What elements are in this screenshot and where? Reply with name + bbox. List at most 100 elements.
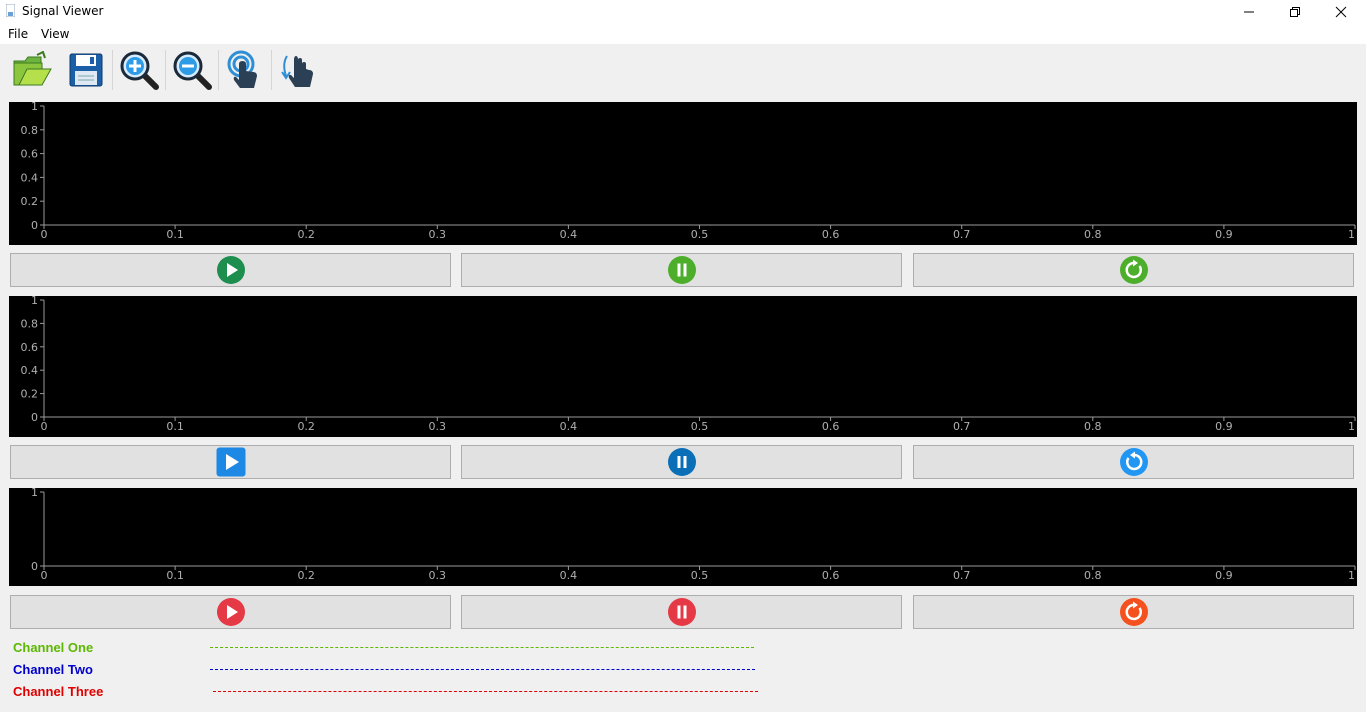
open-button[interactable] (8, 48, 56, 92)
zoom-out-icon (173, 51, 212, 90)
app-icon (6, 4, 15, 17)
legend-line-channel-two (210, 669, 755, 670)
pan-hand-button[interactable] (274, 48, 322, 92)
x-tick-label: 0.6 (822, 569, 840, 582)
legend-line-channel-one (210, 647, 754, 648)
reset-button-channel-three[interactable] (913, 595, 1354, 629)
x-tick-label: 0 (41, 228, 48, 241)
window-title: Signal Viewer (22, 4, 104, 18)
zoom-out-button[interactable] (168, 48, 216, 92)
legend-label-channel-two: Channel Two (13, 662, 93, 677)
x-tick-label: 0.2 (297, 228, 315, 241)
legend-line-channel-three (213, 691, 758, 692)
toolbar-separator (112, 50, 113, 90)
save-button[interactable] (62, 48, 110, 92)
x-tick-label: 0.5 (691, 569, 709, 582)
x-tick-label: 0.8 (1084, 228, 1102, 241)
x-tick-label: 0.6 (822, 420, 840, 433)
reset-icon (1119, 256, 1148, 284)
y-tick-label: 0.8 (21, 124, 39, 137)
y-tick-label: 0 (31, 219, 38, 232)
plot-channel-two[interactable]: 0 0.2 0.4 0.6 0.8 1 0 0.1 0.2 0.3 0.4 0.5 0.6 0.7 0.8 0… (9, 296, 1357, 437)
x-tick-label: 0.1 (166, 420, 184, 433)
x-tick-label: 0.1 (166, 228, 184, 241)
y-tick-label: 1 (31, 102, 38, 113)
toolbar-separator (165, 50, 166, 90)
x-tick-label: 0.8 (1084, 420, 1102, 433)
reset-icon (1119, 598, 1148, 626)
minimize-icon (1244, 11, 1254, 13)
y-tick-label: 1 (31, 296, 38, 307)
x-tick-label: 0.9 (1215, 569, 1233, 582)
play-icon (216, 447, 245, 477)
toolbar (0, 44, 1366, 96)
pause-button-channel-one[interactable] (461, 253, 902, 287)
x-tick-label: 1 (1348, 228, 1355, 241)
menu-bar: File View (0, 24, 1366, 44)
reset-button-channel-two[interactable] (913, 445, 1354, 479)
toolbar-separator (218, 50, 219, 90)
x-tick-label: 0.2 (297, 569, 315, 582)
pause-icon (667, 256, 696, 284)
x-tick-label: 0.7 (953, 228, 971, 241)
y-tick-label: 0.8 (21, 317, 39, 330)
plot-axes: 0 1 0 0.1 0.2 0.3 0.4 0.5 0.6 0.7 0.8 0.9 1 (31, 488, 1356, 582)
reset-icon (1119, 448, 1148, 476)
close-icon (1335, 6, 1347, 18)
x-tick-label: 0.6 (822, 228, 840, 241)
y-tick-label: 0.6 (21, 148, 39, 161)
x-tick-label: 0.5 (691, 228, 709, 241)
menu-file[interactable]: File (8, 27, 28, 41)
x-tick-label: 0.9 (1215, 228, 1233, 241)
x-tick-label: 0.1 (166, 569, 184, 582)
plot-channel-one[interactable]: 0 0.2 0.4 0.6 0.8 1 0 0.1 0.2 0.3 0.4 0.5 0.6 0.7 0.8 0… (9, 102, 1357, 245)
legend-label-channel-three: Channel Three (13, 684, 104, 699)
x-tick-label: 0 (41, 420, 48, 433)
play-button-channel-one[interactable] (10, 253, 451, 287)
x-tick-label: 0.3 (429, 420, 447, 433)
x-tick-label: 0.3 (429, 569, 447, 582)
play-button-channel-two[interactable] (10, 445, 451, 479)
legend-label-channel-one: Channel One (13, 640, 94, 655)
plot-channel-three[interactable]: 0 1 0 0.1 0.2 0.3 0.4 0.5 0.6 0.7 0.8 0.9 1 (9, 488, 1357, 586)
x-tick-label: 0.9 (1215, 420, 1233, 433)
pan-hand-icon (281, 55, 313, 87)
touch-pointer-button[interactable] (221, 48, 269, 92)
x-tick-label: 0 (41, 569, 48, 582)
play-button-channel-three[interactable] (10, 595, 451, 629)
close-button[interactable] (1318, 0, 1364, 24)
x-tick-label: 0.4 (560, 569, 578, 582)
y-tick-label: 0 (31, 411, 38, 424)
x-tick-label: 0.5 (691, 420, 709, 433)
restore-icon (1290, 7, 1300, 17)
x-tick-label: 0.3 (429, 228, 447, 241)
pause-icon (667, 448, 696, 476)
plot-axes: 0 0.2 0.4 0.6 0.8 1 0 0.1 0.2 0.3 0.4 0.5 0.6 0.7 0.8 0… (21, 296, 1356, 433)
y-tick-label: 0.6 (21, 341, 39, 354)
save-icon (69, 53, 103, 87)
y-tick-label: 0.2 (21, 195, 39, 208)
x-tick-label: 0.7 (953, 569, 971, 582)
y-tick-label: 0 (31, 560, 38, 573)
play-icon (216, 598, 245, 626)
y-tick-label: 1 (31, 488, 38, 499)
reset-button-channel-one[interactable] (913, 253, 1354, 287)
pause-button-channel-three[interactable] (461, 595, 902, 629)
play-icon (216, 256, 245, 284)
menu-view[interactable]: View (41, 27, 69, 41)
x-tick-label: 0.4 (560, 420, 578, 433)
x-tick-label: 0.2 (297, 420, 315, 433)
minimize-button[interactable] (1226, 0, 1272, 24)
y-tick-label: 0.4 (21, 364, 39, 377)
x-tick-label: 0.4 (560, 228, 578, 241)
title-bar: Signal Viewer (0, 0, 1366, 24)
pause-button-channel-two[interactable] (461, 445, 902, 479)
open-folder-icon (13, 51, 52, 86)
touch-pointer-icon (227, 50, 257, 88)
pause-icon (667, 598, 696, 626)
x-tick-label: 1 (1348, 569, 1355, 582)
zoom-in-button[interactable] (115, 48, 163, 92)
restore-button[interactable] (1272, 0, 1318, 24)
x-tick-label: 0.7 (953, 420, 971, 433)
x-tick-label: 1 (1348, 420, 1355, 433)
